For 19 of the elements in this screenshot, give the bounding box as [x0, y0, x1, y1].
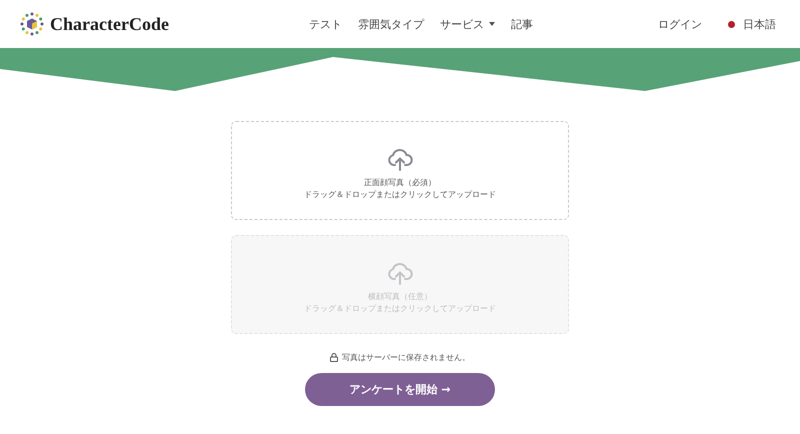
- upload-dropzone[interactable]: 正面顔写真（必須） ドラッグ＆ドロップまたはクリックしてアップロード: [231, 121, 569, 220]
- upload-icon: [387, 146, 413, 170]
- nav-link[interactable]: サービス: [440, 14, 495, 34]
- lock-icon: [330, 353, 338, 362]
- upload-icon: [387, 260, 413, 284]
- upload-title: 正面顔写真（必須）: [364, 176, 436, 188]
- privacy-note: 写真はサーバーに保存されません。: [342, 352, 470, 363]
- nav-link[interactable]: 記事: [510, 14, 533, 34]
- nav-link[interactable]: テスト: [308, 14, 342, 34]
- caret-icon: [488, 22, 495, 26]
- nav-link[interactable]: 雰囲気タイプ: [358, 14, 424, 34]
- login-link[interactable]: ログイン: [658, 14, 702, 34]
- logo-text[interactable]: CharacterCode: [50, 14, 169, 34]
- language-selector[interactable]: 日本語: [728, 14, 776, 34]
- upload-title: 横顔写真（任意）: [368, 290, 432, 302]
- upload-hint: ドラッグ＆ドロップまたはクリックしてアップロード: [304, 302, 496, 314]
- upload-hint: ドラッグ＆ドロップまたはクリックしてアップロード: [304, 188, 496, 200]
- start-button[interactable]: アンケートを開始 →: [305, 373, 495, 406]
- logo-icon: [20, 12, 44, 36]
